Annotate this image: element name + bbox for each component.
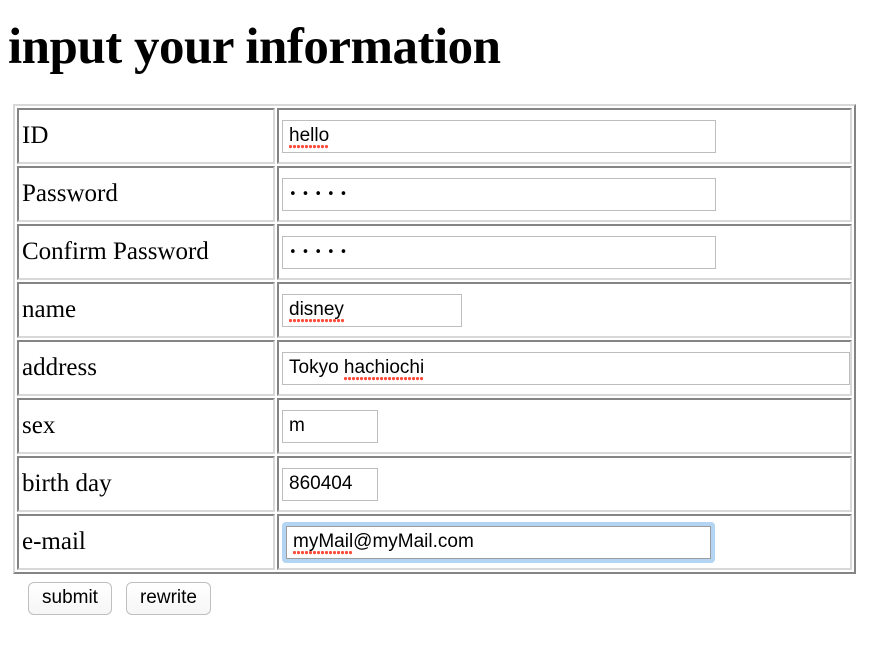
form-button-row: submit rewrite: [13, 574, 878, 615]
confirm-password-input[interactable]: •••••: [282, 235, 716, 269]
table-row: name disney: [17, 282, 852, 338]
birthday-input-value: 860404: [289, 472, 353, 494]
field-cell-name-input: disney: [277, 282, 852, 338]
table-row: sex m: [17, 398, 852, 454]
email-input[interactable]: myMail@myMail.com: [286, 525, 711, 559]
address-input-value: Tokyo hachiochi: [289, 356, 425, 381]
field-label-email-input: e-mail: [17, 514, 275, 570]
address-token-city: Tokyo: [289, 356, 344, 378]
name-input[interactable]: disney: [282, 293, 462, 327]
table-row: address Tokyo hachiochi: [17, 340, 852, 396]
rewrite-button[interactable]: rewrite: [125, 582, 211, 615]
sex-input-value: m: [289, 414, 305, 436]
field-label-address-input: address: [17, 340, 275, 396]
field-cell-birthday-input: 860404: [277, 456, 852, 512]
field-label-confirm-password-input: Confirm Password: [17, 224, 275, 280]
field-cell-confirm-password-input: •••••: [277, 224, 852, 280]
information-table-body: ID hello Password ••••• Confirm Password ••••…: [17, 108, 852, 570]
birthday-input[interactable]: 860404: [282, 467, 378, 501]
email-input-value: myMail@myMail.com: [293, 530, 474, 555]
table-row: Password •••••: [17, 166, 852, 222]
submit-button[interactable]: submit: [28, 582, 112, 615]
password-input-value: •••••: [289, 186, 353, 202]
field-cell-id-input: hello: [277, 108, 852, 164]
field-label-name-input: name: [17, 282, 275, 338]
password-input[interactable]: •••••: [282, 177, 716, 211]
id-input[interactable]: hello: [282, 119, 716, 153]
email-token-local: myMail: [293, 530, 354, 555]
email-token-domain: @myMail.com: [353, 530, 474, 552]
field-cell-address-input: Tokyo hachiochi: [277, 340, 852, 396]
sex-input[interactable]: m: [282, 409, 378, 443]
table-row: birth day 860404: [17, 456, 852, 512]
field-label-id-input: ID: [17, 108, 275, 164]
field-label-sex-input: sex: [17, 398, 275, 454]
table-row: ID hello: [17, 108, 852, 164]
table-row: e-mail myMail@myMail.com: [17, 514, 852, 570]
address-input[interactable]: Tokyo hachiochi: [282, 351, 850, 385]
field-cell-sex-input: m: [277, 398, 852, 454]
table-row: Confirm Password •••••: [17, 224, 852, 280]
name-input-value: disney: [289, 298, 344, 323]
registration-form: ID hello Password ••••• Confirm Password ••••…: [0, 104, 878, 615]
address-token-ward: hachiochi: [343, 356, 425, 381]
page-title: input your information: [8, 19, 501, 75]
id-input-value: hello: [289, 124, 330, 149]
field-cell-password-input: •••••: [277, 166, 852, 222]
field-label-password-input: Password: [17, 166, 275, 222]
field-cell-email-input: myMail@myMail.com: [277, 514, 852, 570]
information-table: ID hello Password ••••• Confirm Password ••••…: [13, 104, 856, 574]
field-label-birthday-input: birth day: [17, 456, 275, 512]
focus-ring: myMail@myMail.com: [282, 521, 715, 563]
confirm-password-input-value: •••••: [289, 244, 353, 260]
